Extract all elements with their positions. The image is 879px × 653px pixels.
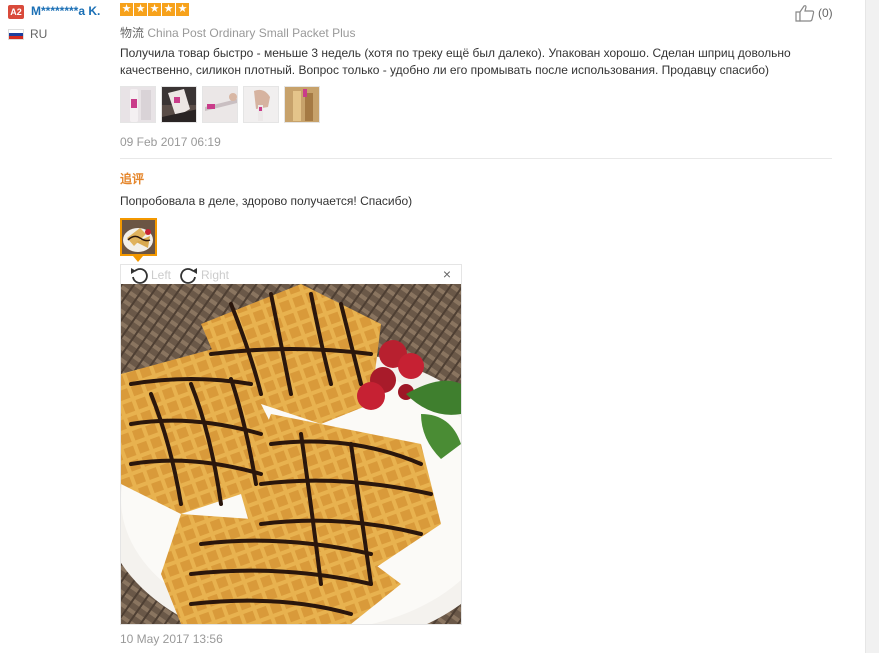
followup-text: Попробовала в деле, здорово получается! … — [120, 194, 413, 208]
followup-label: 追评 — [120, 172, 145, 186]
photo-viewer: Left Right × — [120, 264, 462, 625]
rotate-left-icon — [131, 268, 148, 284]
review-photo-thumbnail[interactable] — [284, 86, 320, 123]
shipping-info: 物流 China Post Ordinary Small Packet Plus — [120, 24, 355, 41]
review-date: 09 Feb 2017 06:19 — [120, 135, 221, 149]
rotate-right-button[interactable]: Right — [179, 266, 229, 284]
star-icon: ★ — [134, 3, 147, 16]
viewer-toolbar: Left Right × — [121, 265, 461, 284]
thumbnail-pointer — [133, 256, 143, 262]
star-icon: ★ — [148, 3, 161, 16]
followup-date: 10 May 2017 13:56 — [120, 632, 223, 646]
rotate-left-button[interactable]: Left — [129, 266, 171, 284]
reviewer-info: A2 M********a K. RU — [0, 0, 115, 653]
star-icon: ★ — [176, 3, 189, 16]
rotate-left-label: Left — [151, 268, 172, 282]
country-flag-icon — [8, 29, 24, 40]
shipping-method: China Post Ordinary Small Packet Plus — [147, 26, 356, 40]
level-badge: A2 — [8, 5, 24, 19]
review-photo-thumbnail[interactable] — [202, 86, 238, 123]
shipping-label: 物流 — [120, 26, 145, 40]
review-photo-thumbnail[interactable] — [243, 86, 279, 123]
divider — [120, 158, 832, 159]
review-text: Получила товар быстро - меньше 3 недель … — [120, 46, 791, 77]
review-photo-large — [121, 284, 461, 624]
review-photo-thumbnail[interactable] — [120, 86, 156, 123]
close-icon[interactable]: × — [443, 266, 451, 282]
helpful-button[interactable]: (0) — [795, 4, 833, 22]
reviewer-name: M********a K. — [31, 4, 101, 18]
scrollbar[interactable] — [865, 0, 879, 653]
helpful-count: (0) — [818, 6, 833, 20]
rotate-right-label: Right — [201, 268, 230, 282]
review-photo-thumbnail[interactable] — [161, 86, 197, 123]
star-icon: ★ — [120, 3, 133, 16]
followup-photo-thumbnail[interactable] — [120, 218, 157, 256]
rotate-right-icon — [180, 268, 197, 284]
review-photo-list — [120, 86, 320, 123]
thumbs-up-icon — [795, 5, 815, 22]
country-code: RU — [30, 27, 48, 41]
star-icon: ★ — [162, 3, 175, 16]
star-rating: ★ ★ ★ ★ ★ — [120, 3, 189, 16]
